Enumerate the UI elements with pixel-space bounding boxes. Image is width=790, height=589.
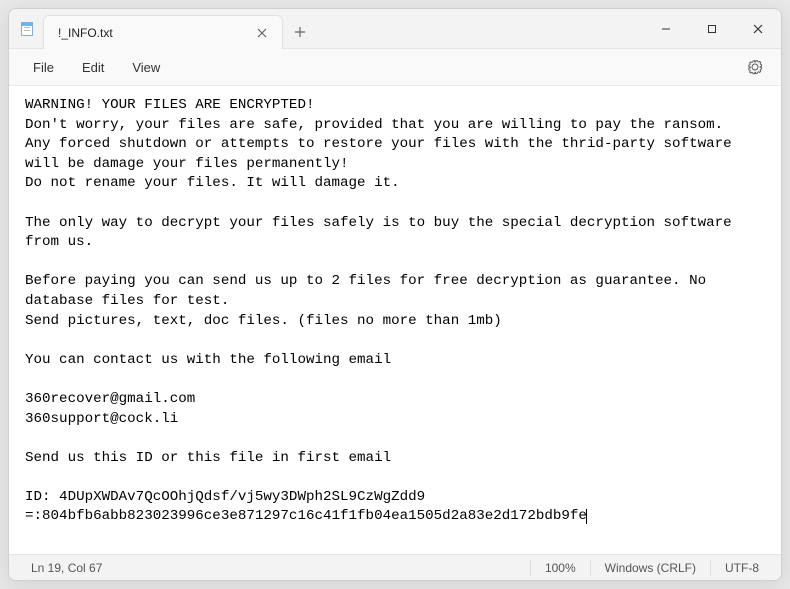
settings-button[interactable] [741, 53, 769, 81]
menu-view[interactable]: View [120, 56, 172, 79]
menu-edit[interactable]: Edit [70, 56, 116, 79]
new-tab-button[interactable] [283, 15, 317, 48]
titlebar[interactable]: !_INFO.txt [9, 9, 781, 49]
status-sep [530, 560, 531, 576]
line-ending[interactable]: Windows (CRLF) [597, 561, 704, 575]
close-window-button[interactable] [735, 9, 781, 48]
minimize-button[interactable] [643, 9, 689, 48]
maximize-button[interactable] [689, 9, 735, 48]
status-sep [590, 560, 591, 576]
window-controls [643, 9, 781, 48]
text-caret [586, 509, 587, 524]
tab-strip: !_INFO.txt [43, 9, 283, 48]
zoom-level[interactable]: 100% [537, 561, 584, 575]
notepad-icon [21, 22, 33, 36]
text-editor-area[interactable]: WARNING! YOUR FILES ARE ENCRYPTED! Don't… [9, 86, 781, 554]
statusbar: Ln 19, Col 67 100% Windows (CRLF) UTF-8 [9, 554, 781, 580]
menu-file[interactable]: File [21, 56, 66, 79]
tab-active[interactable]: !_INFO.txt [43, 15, 283, 49]
notepad-window: !_INFO.txt File Edit View [8, 8, 782, 581]
gear-icon [747, 59, 763, 75]
document-text: WARNING! YOUR FILES ARE ENCRYPTED! Don't… [25, 97, 732, 524]
status-sep [710, 560, 711, 576]
close-tab-icon[interactable] [252, 23, 272, 43]
tab-title: !_INFO.txt [58, 26, 113, 40]
cursor-position[interactable]: Ln 19, Col 67 [23, 561, 110, 575]
menubar: File Edit View [9, 49, 781, 86]
encoding[interactable]: UTF-8 [717, 561, 767, 575]
